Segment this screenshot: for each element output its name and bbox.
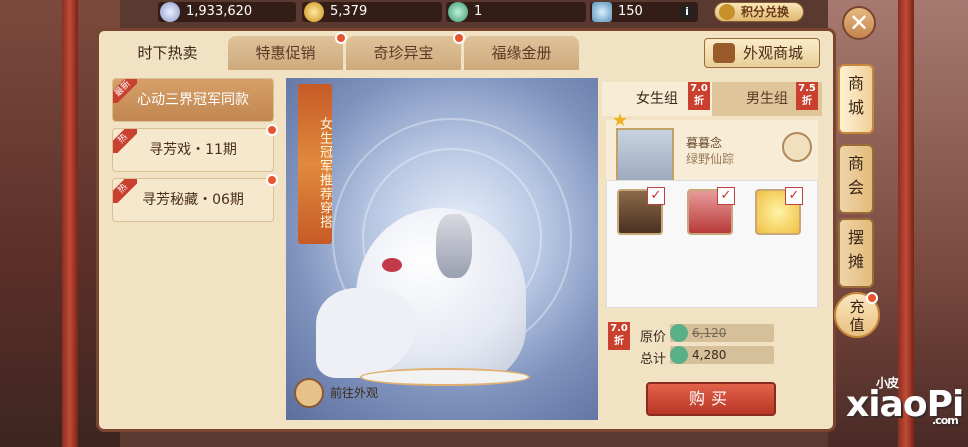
silver-counter[interactable]: 1,933,620 [158, 2, 296, 22]
jade-icon [448, 2, 468, 22]
ticket-icon [592, 2, 612, 22]
outfit-items: ✓ ✓ ✓ [606, 180, 818, 308]
close-icon[interactable]: ✕ [842, 6, 876, 40]
resource-bar: 1,933,620 5,379 1 150 i 积分兑换 [150, 0, 810, 24]
tab-fortune-book[interactable]: 福缘金册 [464, 36, 579, 70]
item-dress[interactable]: ✓ [687, 187, 735, 235]
jade-counter[interactable]: 1 [446, 2, 586, 22]
info-icon[interactable]: i [680, 5, 694, 19]
appearance-mall-button[interactable]: 外观商城 [704, 38, 820, 68]
female-discount-badge: 7.0 折 [688, 82, 710, 110]
side-tab-shop[interactable]: 商城 [838, 64, 874, 134]
original-price: 6,120 [670, 324, 774, 342]
recommend-banner: 女生冠军推荐穿搭 [298, 84, 332, 244]
goto-appearance-button[interactable]: 前往外观 [294, 378, 414, 408]
tab-special-offer[interactable]: 特惠促销 [228, 32, 347, 70]
pillar-left [62, 0, 78, 447]
money-bag-icon [719, 4, 735, 20]
character-thumbnail [616, 128, 674, 186]
jade-coin-icon [670, 324, 688, 342]
gold-counter[interactable]: 5,379 [302, 2, 442, 22]
mount-eye [382, 258, 402, 272]
points-exchange-button[interactable]: 积分兑换 [714, 2, 804, 22]
wardrobe-icon [294, 378, 324, 408]
watermark-logo: 小皮 xiaoPi .com [846, 376, 964, 427]
side-tab-guild-market[interactable]: 商会 [838, 144, 874, 214]
tab-hot-sale[interactable]: 时下热卖 [110, 36, 225, 70]
checkbox-icon[interactable]: ✓ [785, 187, 803, 205]
shop-icon [713, 43, 735, 63]
total-price-label: 总计 [640, 352, 667, 367]
male-discount-badge: 7.5 折 [796, 82, 818, 110]
notification-dot [866, 292, 878, 304]
ticket-counter[interactable]: 150 i [590, 2, 698, 22]
gold-coin-icon [304, 2, 324, 22]
original-price-label: 原价 [640, 330, 667, 345]
price-discount-badge: 7.0 折 [608, 322, 630, 350]
total-price: 4,280 [670, 346, 774, 364]
rider-character [436, 214, 472, 278]
item-pet[interactable]: ✓ [755, 187, 803, 235]
notification-dot [266, 124, 278, 136]
tab-treasures[interactable]: 奇珍异宝 [346, 32, 465, 70]
pillar-right [898, 0, 914, 447]
detail-panel: 女生组 7.0 折 男生组 7.5 折 ★ 暮暮念 绿野仙踪 ✓ ✓ ✓ 7.0… [600, 78, 824, 420]
item-hair[interactable]: ✓ [617, 187, 665, 235]
hot-badge: 热 [113, 129, 137, 153]
list-item-xunfang-11[interactable]: 热 寻芳戏・11期 [112, 124, 278, 172]
notification-dot [266, 174, 278, 186]
checkbox-icon[interactable]: ✓ [647, 187, 665, 205]
outfit-preview[interactable]: 女生冠军推荐穿搭 前往外观 [286, 78, 598, 420]
buy-button[interactable]: 购买 [646, 382, 776, 416]
list-item-xunfang-secret-06[interactable]: 热 寻芳秘藏・06期 [112, 174, 278, 222]
recharge-button[interactable]: 充值 [834, 292, 880, 338]
jade-coin-icon [670, 346, 688, 364]
new-badge: 最新 [113, 79, 137, 103]
checkbox-icon[interactable]: ✓ [717, 187, 735, 205]
character-name: 暮暮念 [686, 136, 723, 150]
list-item-champion[interactable]: 最新 心动三界冠军同款 [112, 78, 274, 122]
side-tab-stall[interactable]: 摆摊 [838, 218, 874, 288]
silver-coin-icon [160, 2, 180, 22]
hot-badge: 热 [113, 179, 137, 203]
character-title: 绿野仙踪 [686, 152, 735, 166]
favorite-icon[interactable] [782, 132, 812, 162]
